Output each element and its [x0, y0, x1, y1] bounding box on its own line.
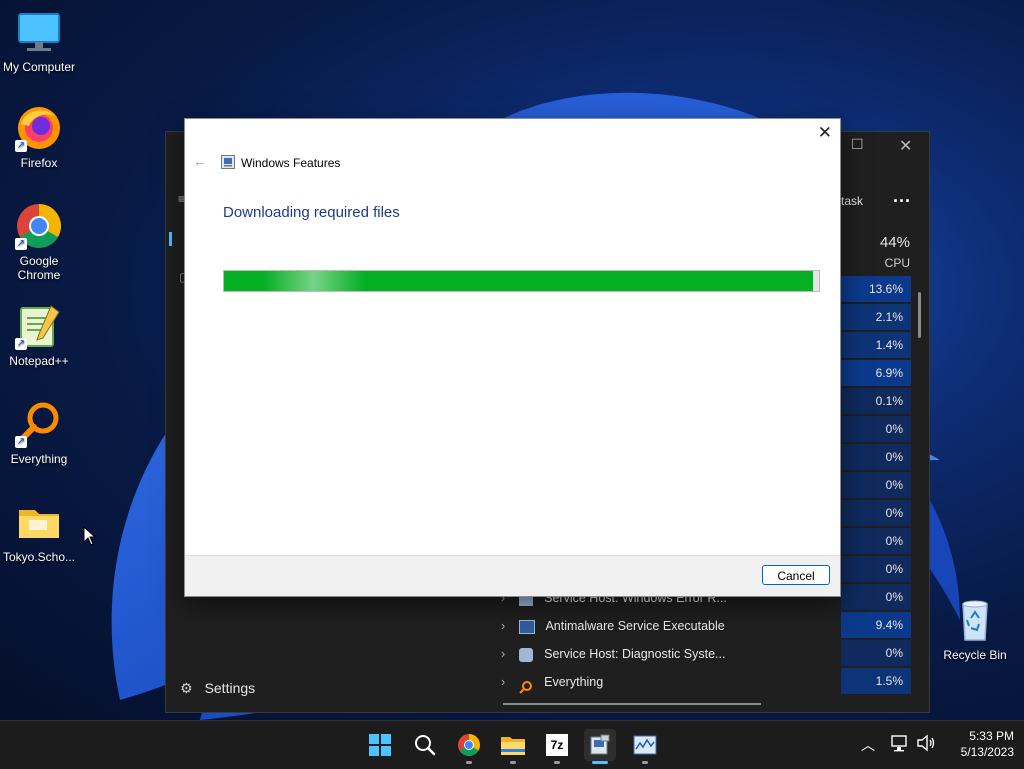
dialog-footer: Cancel [185, 555, 840, 596]
cpu-cell: 1.5% [841, 668, 911, 694]
cpu-column: 13.6% 2.1% 1.4% 6.9% 0.1% 0% 0% 0% 0% 0%… [841, 276, 916, 712]
settings-nav-item[interactable]: ⚙ Settings [180, 680, 255, 697]
close-button[interactable]: ✕ [818, 123, 832, 143]
start-button[interactable] [364, 729, 396, 761]
taskbar-windows-features[interactable] [584, 729, 616, 764]
cpu-cell: 0% [841, 528, 911, 554]
volume-icon[interactable] [916, 734, 936, 757]
chevron-up-icon[interactable]: ︿ [861, 735, 875, 755]
desktop-icon-label: Everything [10, 452, 68, 466]
maximize-icon[interactable]: ☐ [851, 136, 864, 153]
clock-date: 5/13/2023 [960, 745, 1014, 759]
settings-label: Settings [204, 680, 256, 696]
windows-features-dialog: ✕ ← Windows Features Downloading require… [184, 118, 841, 597]
window-icon [518, 619, 535, 634]
cpu-cell: 0% [841, 584, 911, 610]
desktop-icon-notepadpp[interactable]: ↗ Notepad++ [0, 302, 78, 368]
dialog-heading: Downloading required files [223, 204, 400, 221]
desktop-icon-my-computer[interactable]: My Computer [0, 8, 78, 74]
run-new-task-button[interactable]: task [841, 194, 863, 208]
desktop-icon-label: Firefox [20, 156, 58, 170]
search-icon [415, 735, 436, 756]
taskbar-task-manager[interactable] [629, 729, 661, 764]
task-manager-icon [633, 735, 657, 755]
taskbar: 7z ︿ 5:33 PM 5/13/2023 [0, 720, 1024, 769]
taskbar-chrome[interactable] [453, 729, 485, 764]
notepadpp-icon: ↗ [15, 302, 63, 350]
process-row[interactable]: › Service Host: Diagnostic Syste... [501, 640, 725, 668]
cpu-cell: 0% [841, 640, 911, 666]
gear-icon [518, 647, 533, 662]
everything-icon [518, 676, 533, 694]
desktop-icon-label: Notepad++ [9, 354, 69, 368]
chevron-right-icon[interactable]: › [501, 647, 505, 661]
nav-selection-indicator [169, 232, 172, 246]
cpu-cell: 2.1% [841, 304, 911, 330]
cpu-cell: 0% [841, 500, 911, 526]
cpu-total-percent: 44% [879, 234, 910, 251]
desktop-icon-label: My Computer [2, 60, 76, 74]
back-arrow-icon[interactable]: ← [193, 153, 207, 169]
firefox-icon: ↗ [15, 104, 63, 152]
cpu-cell: 6.9% [841, 360, 911, 386]
recycle-bin-icon [951, 596, 999, 644]
file-explorer-icon [501, 737, 525, 755]
desktop-icon-label: Google Chrome [17, 254, 61, 282]
shortcut-arrow-icon: ↗ [15, 238, 27, 250]
7zip-icon: 7z [546, 734, 568, 756]
process-row[interactable]: › Antimalware Service Executable [501, 612, 725, 640]
cpu-column-header[interactable]: 44% CPU [836, 228, 918, 274]
chrome-icon [458, 734, 480, 756]
chevron-right-icon[interactable]: › [501, 675, 505, 689]
process-name: Antimalware Service Executable [545, 619, 725, 633]
horizontal-scrollbar[interactable] [503, 703, 761, 705]
dialog-title: Windows Features [241, 156, 341, 170]
cpu-header-label: CPU [884, 256, 910, 270]
cpu-cell: 1.4% [841, 332, 911, 358]
cpu-cell: 0.1% [841, 388, 911, 414]
search-button[interactable] [409, 729, 441, 761]
windows-features-icon [221, 155, 235, 169]
clock[interactable]: 5:33 PM 5/13/2023 [944, 728, 1014, 760]
folder-icon [15, 498, 63, 546]
desktop: My Computer ↗ Firefox ↗ Google Chrome ↗ … [0, 0, 1024, 720]
cpu-cell: 9.4% [841, 612, 911, 638]
desktop-icon-folder[interactable]: Tokyo.Scho... [0, 498, 78, 564]
taskbar-file-explorer[interactable] [497, 729, 529, 764]
desktop-icon-everything[interactable]: ↗ Everything [0, 400, 78, 466]
chrome-icon: ↗ [15, 202, 63, 250]
taskbar-7zip[interactable]: 7z [541, 729, 573, 764]
cancel-button[interactable]: Cancel [762, 565, 830, 585]
everything-icon: ↗ [15, 400, 63, 448]
chevron-right-icon[interactable]: › [501, 619, 505, 633]
mouse-cursor-icon [83, 526, 97, 546]
desktop-icon-label: Recycle Bin [943, 648, 1007, 662]
process-name: Service Host: Diagnostic Syste... [544, 647, 726, 661]
network-icon[interactable] [891, 734, 909, 757]
cpu-cell: 0% [841, 472, 911, 498]
process-name: Everything [544, 675, 604, 689]
cpu-cell: 0% [841, 556, 911, 582]
cpu-cell: 0% [841, 444, 911, 470]
shortcut-arrow-icon: ↗ [15, 338, 27, 350]
cpu-cell: 13.6% [841, 276, 911, 302]
gear-icon: ⚙ [180, 680, 193, 696]
scrollbar-thumb[interactable] [918, 292, 921, 338]
more-options-button[interactable]: ... [893, 186, 911, 207]
close-icon[interactable]: ✕ [899, 136, 912, 156]
process-row[interactable]: › Everything [501, 668, 603, 696]
desktop-icon-chrome[interactable]: ↗ Google Chrome [0, 202, 78, 282]
download-progress-bar [223, 270, 820, 292]
monitor-icon [15, 8, 63, 56]
cpu-cell: 0% [841, 416, 911, 442]
shortcut-arrow-icon: ↗ [15, 436, 27, 448]
shortcut-arrow-icon: ↗ [15, 140, 27, 152]
progress-fill [224, 271, 814, 291]
desktop-icon-firefox[interactable]: ↗ Firefox [0, 104, 78, 170]
desktop-icon-label: Tokyo.Scho... [2, 550, 76, 564]
windows-features-icon [590, 734, 610, 755]
desktop-icon-recycle-bin[interactable]: Recycle Bin [936, 596, 1014, 662]
clock-time: 5:33 PM [969, 729, 1014, 743]
start-icon [369, 734, 391, 756]
